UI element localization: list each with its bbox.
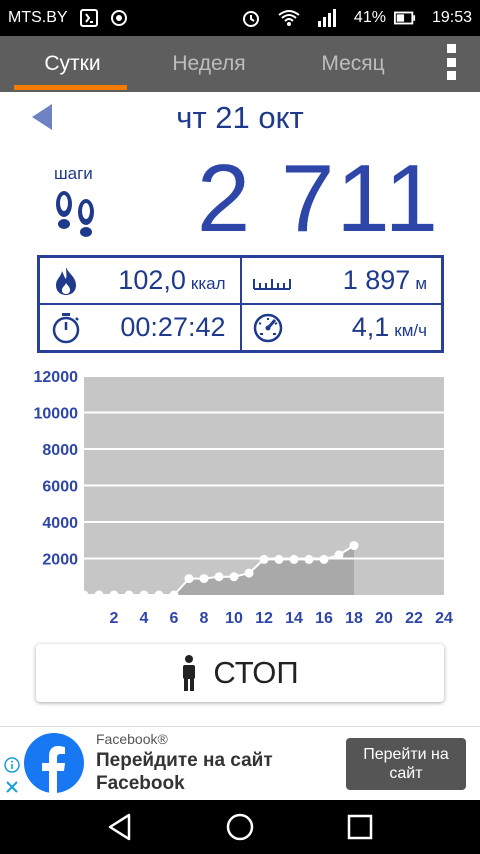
recents-nav-icon[interactable]: [344, 811, 376, 843]
battery-icon: [393, 7, 416, 29]
status-bar: MTS.BY 41% 19:53: [0, 0, 480, 36]
steps-label: шаги: [54, 164, 93, 183]
x-tick-label: 16: [315, 610, 333, 627]
settings-icon: [108, 7, 130, 29]
y-tick-label: 4000: [42, 515, 78, 532]
signal-icon: [316, 7, 338, 29]
ad-title: Перейдите на сайт Facebook: [96, 750, 273, 794]
data-point: [289, 554, 299, 564]
x-tick-label: 8: [200, 610, 209, 627]
steps-count: 2 711: [196, 145, 440, 252]
calories-value: 102,0: [118, 265, 186, 295]
data-point: [199, 574, 209, 584]
y-tick-label: 12000: [34, 369, 79, 386]
calories-cell: 102,0 ккал: [39, 257, 241, 304]
data-point: [124, 590, 134, 600]
person-icon: [183, 655, 196, 691]
home-nav-icon[interactable]: [224, 811, 256, 843]
date-title: чт 21 окт: [176, 100, 304, 135]
x-tick-label: 24: [435, 610, 453, 627]
alarm-icon: [240, 7, 262, 29]
data-point: [184, 574, 194, 584]
stopwatch-icon: [52, 312, 80, 343]
speedometer-icon: [253, 313, 282, 342]
y-tick-label: 10000: [34, 406, 79, 423]
x-tick-label: 10: [225, 610, 243, 627]
data-point: [109, 590, 119, 600]
data-point: [334, 550, 344, 560]
ad-brand: Facebook®: [96, 731, 168, 747]
y-tick-label: 2000: [42, 552, 78, 569]
wifi-icon: [278, 7, 300, 29]
ruler-icon: [252, 278, 291, 290]
y-tick-label: 6000: [42, 479, 78, 496]
ad-close-icon[interactable]: [4, 779, 20, 795]
system-nav-bar: [0, 800, 480, 854]
data-point: [229, 572, 239, 582]
data-point: [304, 554, 314, 564]
x-tick-label: 14: [285, 610, 303, 627]
ad-banner[interactable]: Facebook® Перейдите на сайт Facebook Пер…: [0, 726, 480, 800]
clock: 19:53: [431, 9, 472, 26]
stop-button[interactable]: СТОП: [36, 644, 444, 702]
usb-debug-icon: [78, 7, 100, 29]
distance-cell: 1 897 м: [240, 257, 442, 304]
carrier-label: MTS.BY: [8, 9, 68, 26]
tab-month[interactable]: Месяц: [273, 36, 433, 92]
tab-week[interactable]: Неделя: [145, 36, 273, 92]
stats-grid: 102,0 ккал 1 897 м 00:27:42 4,1 км/ч: [37, 255, 444, 353]
x-tick-label: 20: [375, 610, 393, 627]
data-point: [94, 590, 104, 600]
x-tick-label: 12: [255, 610, 273, 627]
data-point: [139, 590, 149, 600]
hourly-steps-chart: 200040006000800010000120002 4 6 8 10 12 14 16 18…: [34, 369, 454, 627]
calories-unit: ккал: [190, 274, 226, 293]
ad-info-icon[interactable]: [4, 757, 20, 773]
flame-icon: [56, 266, 76, 295]
data-point: [154, 590, 164, 600]
stop-button-label: СТОП: [213, 655, 299, 690]
data-point: [349, 541, 359, 551]
x-tick-label: 22: [405, 610, 423, 627]
x-tick-label: 18: [345, 610, 363, 627]
data-point: [274, 554, 284, 564]
day-summary: чт 21 окт шаги 2 711 102,0ккал 1 897м: [0, 92, 480, 726]
tab-day[interactable]: Сутки: [0, 36, 145, 92]
x-tick-label: 2: [110, 610, 119, 627]
data-point: [169, 590, 179, 600]
x-tick-label: 6: [170, 610, 179, 627]
speed-value: 4,1: [351, 312, 390, 342]
y-tick-label: 8000: [42, 442, 78, 459]
speed-unit: км/ч: [394, 321, 427, 340]
speed-cell: 4,1 км/ч: [240, 304, 442, 351]
facebook-logo-icon: [24, 733, 84, 793]
distance-unit: м: [415, 274, 427, 293]
data-point: [214, 572, 224, 582]
data-point: [259, 554, 269, 564]
footprints-icon: [52, 190, 100, 240]
data-point: [244, 568, 254, 578]
period-tabs: Сутки Неделя Месяц: [0, 36, 480, 92]
back-nav-icon[interactable]: [104, 811, 136, 843]
data-point: [319, 554, 329, 564]
data-point: [79, 590, 89, 600]
duration-cell: 00:27:42: [39, 304, 241, 351]
ad-cta-button[interactable]: Перейти на сайт: [346, 738, 466, 790]
battery-percent: 41%: [353, 9, 386, 26]
overflow-menu-icon[interactable]: [444, 44, 458, 80]
x-tick-label: 4: [140, 610, 149, 627]
distance-value: 1 897: [342, 265, 411, 295]
duration-value: 00:27:42: [120, 312, 226, 342]
